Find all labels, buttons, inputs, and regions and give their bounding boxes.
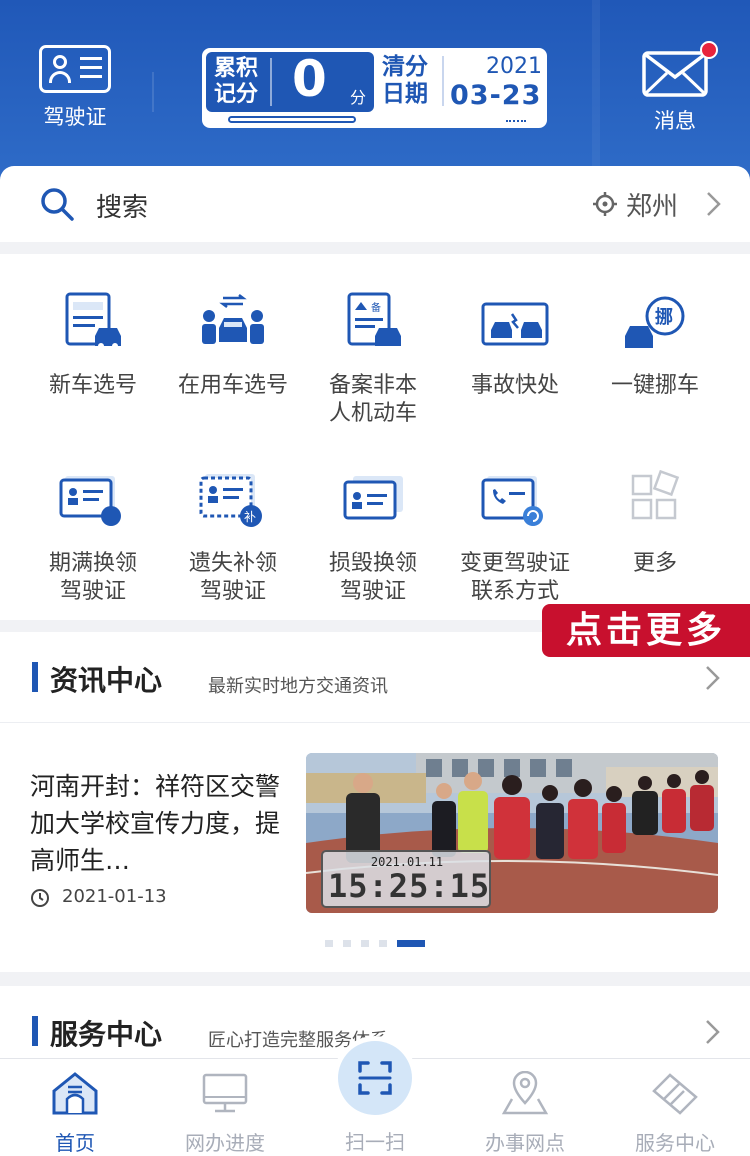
nav-label: 首页 xyxy=(55,1131,95,1155)
grid-item-reissue-license[interactable]: 补 遗失补领 驾驶证 xyxy=(158,470,308,606)
driver-license-label: 驾驶证 xyxy=(43,105,107,129)
location-pin-icon xyxy=(501,1070,549,1115)
messages-label: 消息 xyxy=(654,109,696,133)
score-progress-bar xyxy=(228,116,356,123)
nav-service-points[interactable]: 办事网点 xyxy=(450,1059,600,1156)
news-section-subtitle: 最新实时地方交通资讯 xyxy=(208,676,388,697)
grid-label: 变更驾驶证 联系方式 xyxy=(459,551,570,604)
grid-label: 损毁换领 驾驶证 xyxy=(328,551,417,604)
envelope-icon xyxy=(642,41,718,97)
svg-text:挪: 挪 xyxy=(655,306,673,328)
chevron-right-icon[interactable] xyxy=(700,664,724,692)
locate-icon[interactable] xyxy=(592,191,618,217)
carousel-dot[interactable] xyxy=(379,940,387,947)
score-card[interactable]: 累积 记分 0 分 清分 日期 2021 03-23 xyxy=(202,48,547,128)
grid-item-used-car-plate[interactable]: 在用车选号 xyxy=(158,292,308,400)
carousel-dot[interactable] xyxy=(361,940,369,947)
grid-item-move-car[interactable]: 挪 一键挪车 xyxy=(580,292,730,400)
svg-text:备: 备 xyxy=(371,301,381,314)
carousel-dot[interactable] xyxy=(343,940,351,947)
news-section-title: 资讯中心 xyxy=(50,664,163,697)
damaged-license-icon xyxy=(343,476,403,520)
chevron-right-icon[interactable] xyxy=(700,190,726,218)
scan-icon xyxy=(358,1061,392,1095)
nav-label-scan[interactable]: 扫一扫 xyxy=(300,1126,450,1155)
grid-label: 事故快处 xyxy=(470,373,559,398)
news-article-date: 2021-01-13 xyxy=(62,886,167,907)
grid-label: 备案非本 人机动车 xyxy=(328,373,417,426)
city-selector[interactable]: 郑州 xyxy=(626,186,678,223)
score-value: 0 xyxy=(292,50,327,108)
grid-label: 在用车选号 xyxy=(177,373,288,398)
service-grid: 新车选号 在用车选号 备 备案非本 人机动车 事故快处 挪 一键挪车 期满换领 … xyxy=(0,254,750,620)
score-unit: 分 xyxy=(350,88,367,107)
scan-button[interactable] xyxy=(338,1041,412,1115)
grid-item-register-vehicle[interactable]: 备 备案非本 人机动车 xyxy=(298,292,448,428)
grid-item-damaged-license[interactable]: 损毁换领 驾驶证 xyxy=(298,470,448,606)
driver-license-button[interactable]: 驾驶证 xyxy=(20,45,130,131)
change-contact-icon xyxy=(481,476,543,526)
nav-progress[interactable]: 网办进度 xyxy=(150,1059,300,1156)
clear-date: 03-23 xyxy=(450,80,542,111)
accident-quick-icon xyxy=(481,302,549,346)
grid-label: 新车选号 xyxy=(48,373,137,398)
handshake-icon xyxy=(652,1073,698,1115)
grid-item-change-contact[interactable]: 变更驾驶证 联系方式 xyxy=(440,470,590,606)
used-car-plate-icon xyxy=(202,294,264,344)
svg-text:补: 补 xyxy=(244,510,256,524)
score-panel: 累积 记分 0 分 xyxy=(206,50,374,112)
more-icon xyxy=(631,469,680,520)
news-section: 资讯中心 最新实时地方交通资讯 河南开封：祥符区交警加大学校宣传力度，提高师生…… xyxy=(0,632,750,972)
services-section-title: 服务中心 xyxy=(50,1018,163,1051)
grid-item-accident-quick[interactable]: 事故快处 xyxy=(440,292,590,400)
renew-license-icon xyxy=(59,476,121,526)
nav-service-center[interactable]: 服务中心 xyxy=(600,1059,750,1156)
new-car-plate-icon xyxy=(65,292,121,349)
driver-license-icon xyxy=(39,45,111,93)
home-icon xyxy=(52,1072,98,1115)
chevron-right-icon[interactable] xyxy=(700,1018,724,1046)
score-caption-1: 累积 xyxy=(214,56,259,81)
clear-caption-1: 清分 xyxy=(382,54,428,80)
news-article-photo[interactable]: 2021.01.11 15:25:15 xyxy=(306,753,718,913)
move-car-icon: 挪 xyxy=(625,296,685,348)
search-icon[interactable] xyxy=(40,187,74,221)
score-caption-2: 记分 xyxy=(214,82,259,107)
clock-icon xyxy=(31,889,49,907)
reissue-license-icon: 补 xyxy=(199,474,262,527)
carousel-dot-active[interactable] xyxy=(397,940,425,947)
search-bar: 搜索 郑州 xyxy=(0,166,750,242)
nav-home[interactable]: 首页 xyxy=(0,1059,150,1156)
grid-item-new-car-plate[interactable]: 新车选号 xyxy=(18,292,168,400)
grid-label: 更多 xyxy=(632,551,677,576)
click-more-banner[interactable]: 点击更多 xyxy=(542,604,750,657)
carousel-dot[interactable] xyxy=(325,940,333,947)
messages-button[interactable]: 消息 xyxy=(620,41,730,135)
photo-time-stamp: 15:25:15 xyxy=(328,867,491,905)
grid-label: 遗失补领 驾驶证 xyxy=(188,551,277,604)
search-input[interactable]: 搜索 xyxy=(96,187,148,224)
news-article-title[interactable]: 河南开封：祥符区交警加大学校宣传力度，提高师生… xyxy=(30,768,280,879)
header-divider xyxy=(152,72,154,112)
grid-label: 一键挪车 xyxy=(610,373,699,398)
register-vehicle-icon: 备 xyxy=(347,292,401,346)
grid-item-renew-license[interactable]: 期满换领 驾驶证 xyxy=(18,470,168,606)
notification-badge xyxy=(700,41,718,59)
nav-label: 办事网点 xyxy=(485,1131,565,1155)
clear-year: 2021 xyxy=(486,54,542,79)
app-header: 驾驶证 累积 记分 0 分 清分 日期 2021 03-23 消息 xyxy=(0,0,750,185)
grid-item-more[interactable]: 更多 xyxy=(580,469,730,578)
nav-label: 网办进度 xyxy=(185,1131,265,1155)
clear-caption-2: 日期 xyxy=(382,81,428,107)
nav-label: 服务中心 xyxy=(635,1131,715,1155)
grid-label: 期满换领 驾驶证 xyxy=(48,551,137,604)
monitor-icon xyxy=(202,1073,248,1113)
